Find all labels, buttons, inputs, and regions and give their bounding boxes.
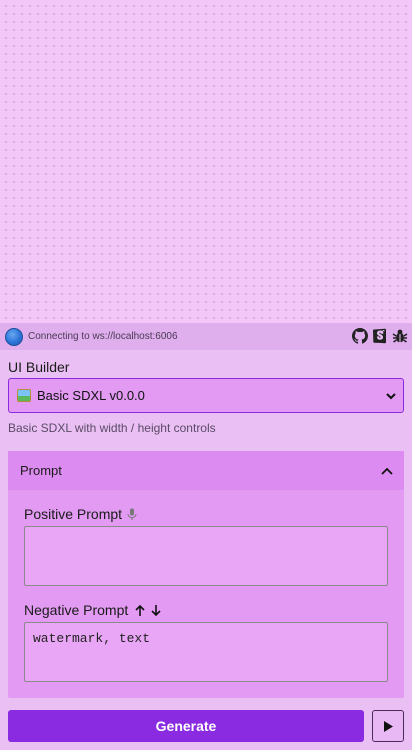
control-panel: Connecting to ws://localhost:6006 UI Bui… (0, 323, 412, 750)
storybook-icon[interactable] (372, 328, 388, 344)
connection-status-text: Connecting to ws://localhost:6006 (28, 331, 178, 342)
bug-icon[interactable] (392, 328, 408, 344)
positive-prompt-input[interactable] (24, 526, 388, 586)
negative-prompt-input[interactable]: watermark, text (24, 622, 388, 682)
negative-prompt-label-text: Negative Prompt (24, 602, 129, 618)
prompt-section-header[interactable]: Prompt (8, 451, 404, 490)
action-bar: Generate (0, 705, 412, 750)
chevron-up-icon[interactable] (380, 464, 394, 478)
arrow-down-icon[interactable] (150, 604, 162, 617)
github-icon[interactable] (352, 328, 368, 344)
prompt-section-title: Prompt (20, 463, 62, 478)
positive-prompt-label: Positive Prompt (24, 506, 138, 522)
preset-select[interactable]: Basic SDXL v0.0.0 (8, 378, 404, 413)
arrow-up-icon[interactable] (134, 604, 146, 617)
negative-prompt-label: Negative Prompt (24, 602, 162, 618)
chevron-down-icon (386, 393, 396, 400)
preset-description: Basic SDXL with width / height controls (8, 421, 216, 435)
ui-builder-label: UI Builder (8, 359, 70, 375)
microphone-icon[interactable] (126, 508, 138, 521)
status-bar: Connecting to ws://localhost:6006 (0, 323, 412, 350)
status-links (352, 328, 408, 344)
positive-prompt-label-text: Positive Prompt (24, 506, 123, 522)
play-icon (384, 720, 393, 732)
generate-button[interactable]: Generate (8, 710, 364, 742)
image-icon (17, 389, 31, 402)
connection-status-icon (5, 328, 23, 346)
preset-select-value: Basic SDXL v0.0.0 (37, 388, 145, 403)
prompt-section: Prompt Positive Prompt Negative Prompt w… (8, 451, 404, 698)
canvas-area[interactable] (0, 0, 412, 323)
play-button[interactable] (372, 710, 404, 742)
